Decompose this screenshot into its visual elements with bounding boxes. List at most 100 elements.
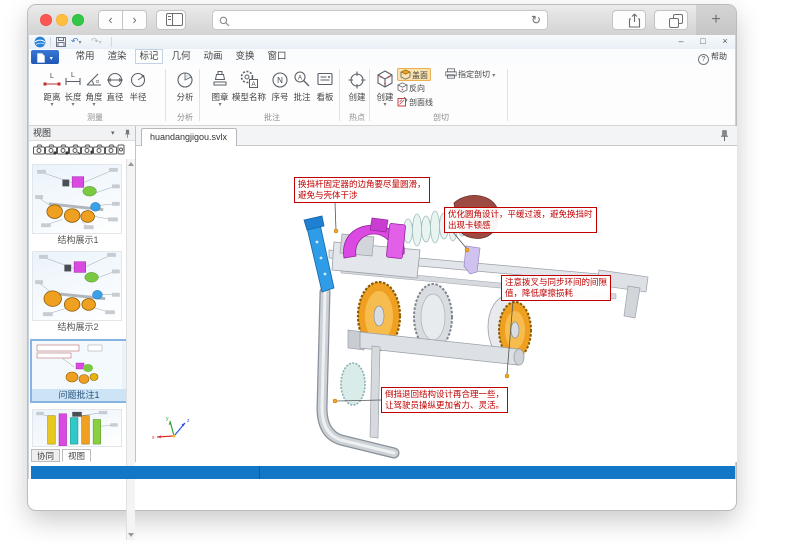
- view-thumbnail-2[interactable]: 结构展示2: [32, 251, 124, 333]
- length-button[interactable]: L 长度 ▾: [62, 67, 84, 108]
- bottom-tab-collaborate[interactable]: 协同: [31, 449, 60, 462]
- tab-bianhuan[interactable]: 变换: [231, 49, 259, 64]
- minimize-icon: –: [678, 36, 683, 46]
- document-tab[interactable]: huandangjigou.svlx: [141, 128, 237, 146]
- axis-z-label: z: [187, 418, 190, 424]
- minimize-traffic-light[interactable]: [56, 14, 68, 26]
- radius-button[interactable]: 半径: [127, 67, 149, 103]
- camera-icon-3[interactable]: [57, 144, 69, 157]
- group-label-annotation: 批注: [242, 112, 302, 123]
- camera-icon-2[interactable]: [45, 144, 57, 157]
- sidebar-header: 视图 ▾: [29, 126, 135, 141]
- scroll-down-icon[interactable]: [128, 533, 134, 537]
- redo-icon: ↷: [91, 36, 99, 46]
- address-input[interactable]: [233, 12, 527, 30]
- callout-3[interactable]: 注意拨叉与同步环间的间隙 值，降低摩擦损耗: [501, 275, 611, 301]
- radius-icon: [128, 69, 148, 89]
- caret-down-icon: ▾: [41, 103, 63, 108]
- section-line-button[interactable]: 剖面线: [397, 96, 433, 109]
- caret-down-icon: ▾: [83, 103, 105, 108]
- callout-line: 换挡杆固定器的边角要尽量圆滑，: [298, 179, 426, 190]
- svg-text:L: L: [50, 73, 54, 80]
- app-logo-icon: [34, 36, 46, 48]
- annotate-button[interactable]: A 批注: [291, 67, 313, 103]
- caret-down-icon: ▾: [492, 73, 495, 79]
- view-thumbnail-4[interactable]: [32, 409, 124, 447]
- sidebar-scrollbar[interactable]: [126, 159, 135, 540]
- group-label-section: 剖切: [411, 112, 471, 123]
- section-create-button[interactable]: 创建 ▾: [374, 67, 396, 108]
- angle-icon: α: [84, 69, 104, 89]
- view-thumbnail-1[interactable]: 结构展示1: [32, 164, 124, 246]
- cap-face-button[interactable]: 盖面: [397, 68, 431, 81]
- file-menu-button[interactable]: ▾: [31, 50, 59, 64]
- section-cube-icon: [375, 69, 395, 89]
- refresh-button[interactable]: ↻: [531, 13, 541, 27]
- status-bar-divider: [259, 466, 260, 479]
- camera-icon-6[interactable]: [93, 144, 105, 157]
- cad-app: ↶▾ ↷▾ – □ × ▾ 常用 渲染 标记 几何 动画 变换 窗口 ?帮助: [28, 35, 736, 479]
- callout-2[interactable]: 优化圆角设计，平缓过渡，避免换挡时 出现卡顿感: [444, 207, 597, 233]
- distance-button[interactable]: L 距离 ▾: [41, 67, 63, 108]
- camera-icon-1[interactable]: [33, 144, 45, 157]
- bottom-tab-view[interactable]: 视图: [62, 449, 91, 462]
- callout-1[interactable]: 换挡杆固定器的边角要尽量圆滑， 避免与壳体干涉: [294, 177, 430, 203]
- callout-line: 避免与壳体干涉: [298, 190, 426, 201]
- caret-down-icon[interactable]: ▾: [111, 126, 115, 141]
- save-icon[interactable]: [56, 37, 66, 47]
- tab-donghua[interactable]: 动画: [199, 49, 227, 64]
- thumbnail-label: 结构展示2: [32, 321, 124, 333]
- undo-button[interactable]: ↶▾: [71, 36, 82, 47]
- board-button[interactable]: 看板: [314, 67, 336, 103]
- zoom-traffic-light[interactable]: [72, 14, 84, 26]
- app-maximize-button[interactable]: □: [695, 35, 711, 47]
- stamp-button[interactable]: 图章 ▾: [209, 67, 231, 108]
- tab-xuanran[interactable]: 渲染: [103, 49, 131, 64]
- hotspot-create-button[interactable]: 创建: [346, 67, 368, 103]
- svg-text:α: α: [96, 79, 99, 85]
- back-button[interactable]: ‹: [98, 10, 123, 30]
- sequence-number-button[interactable]: N 序号: [269, 67, 291, 103]
- model-canvas[interactable]: 换挡杆固定器的边角要尽量圆滑， 避免与壳体干涉 优化圆角设计，平缓过渡，避免换挡…: [136, 146, 737, 462]
- callout-line: 倒挡退回结构设计再合理一些，: [385, 389, 504, 400]
- camera-icon-7[interactable]: [105, 144, 117, 157]
- hotspot-icon: [347, 69, 367, 89]
- help-button[interactable]: ?帮助: [698, 50, 727, 63]
- button-label: 序号: [269, 91, 291, 103]
- reverse-button[interactable]: 反向: [397, 82, 425, 95]
- board-icon: [315, 69, 335, 89]
- close-icon: ×: [722, 36, 727, 46]
- specify-section-icon: [445, 68, 457, 79]
- camera-icon-8[interactable]: [117, 144, 129, 157]
- close-traffic-light[interactable]: [40, 14, 52, 26]
- angle-button[interactable]: α 角度 ▾: [83, 67, 105, 108]
- view-thumbnail-3-selected[interactable]: 问题批注1: [30, 339, 128, 403]
- tab-changyong[interactable]: 常用: [71, 49, 99, 64]
- diameter-button[interactable]: 直径: [104, 67, 126, 103]
- length-icon: L: [63, 69, 83, 89]
- new-tab-button[interactable]: +: [696, 5, 736, 35]
- scroll-up-icon[interactable]: [128, 162, 134, 166]
- analysis-button[interactable]: 分析: [174, 67, 196, 103]
- tab-jihe[interactable]: 几何: [167, 49, 195, 64]
- camera-icon-4[interactable]: [69, 144, 81, 157]
- app-close-button[interactable]: ×: [717, 35, 733, 47]
- model-name-button[interactable]: A 模型名称: [231, 67, 267, 103]
- sidebar-toggle-button[interactable]: [156, 10, 186, 30]
- app-minimize-button[interactable]: –: [673, 35, 689, 47]
- pin-icon[interactable]: [124, 129, 131, 139]
- show-tabs-button[interactable]: [654, 10, 688, 30]
- tab-chuangkou[interactable]: 窗口: [263, 49, 291, 64]
- specify-section-button[interactable]: 指定剖切 ▾: [445, 68, 495, 81]
- button-label: 盖面: [412, 71, 428, 80]
- redo-button[interactable]: ↷▾: [91, 36, 102, 47]
- tab-biaoji[interactable]: 标记: [135, 49, 163, 64]
- thumbnail-image: [32, 251, 122, 321]
- callout-4[interactable]: 倒挡退回结构设计再合理一些， 让驾驶员操纵更加省力、灵活。: [381, 387, 508, 413]
- share-button[interactable]: [612, 10, 646, 30]
- pin-icon[interactable]: [720, 130, 729, 142]
- search-icon: [219, 16, 230, 27]
- forward-button[interactable]: ›: [122, 10, 147, 30]
- plus-icon: +: [711, 11, 720, 28]
- camera-icon-5[interactable]: [81, 144, 93, 157]
